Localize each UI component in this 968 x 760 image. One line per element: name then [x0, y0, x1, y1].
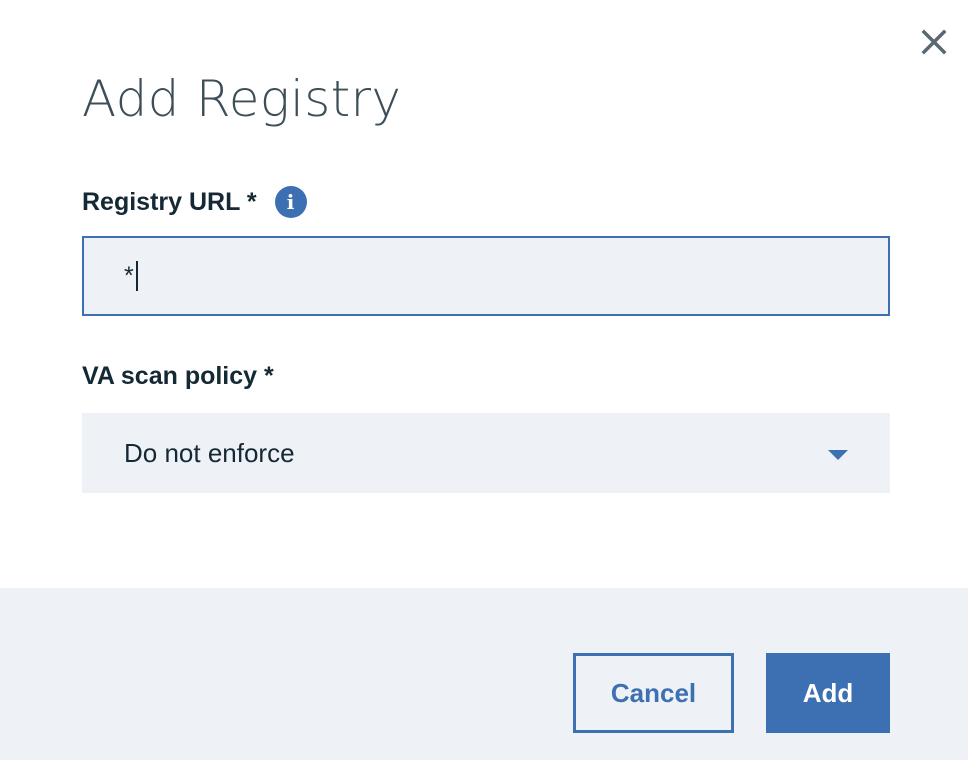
page-title: Add Registry: [82, 70, 402, 128]
registry-url-label-row: Registry URL * i: [82, 186, 307, 218]
close-button[interactable]: [916, 24, 952, 60]
registry-url-label: Registry URL *: [82, 187, 257, 216]
modal-footer: Cancel Add: [0, 588, 968, 760]
chevron-down-icon: [828, 450, 848, 460]
registry-url-value: *: [124, 261, 134, 290]
cancel-button[interactable]: Cancel: [573, 653, 734, 733]
va-scan-policy-label: VA scan policy *: [82, 362, 274, 390]
registry-url-input[interactable]: *: [82, 236, 890, 316]
va-scan-policy-select[interactable]: Do not enforce: [82, 413, 890, 493]
close-icon: [921, 29, 947, 55]
add-registry-modal: Add Registry Registry URL * i * VA scan …: [0, 0, 968, 760]
va-scan-policy-selected: Do not enforce: [124, 437, 295, 468]
text-caret: [135, 261, 138, 291]
va-scan-policy-label-row: VA scan policy *: [82, 362, 274, 391]
info-icon-glyph: i: [286, 190, 295, 214]
add-button[interactable]: Add: [766, 653, 890, 733]
info-icon[interactable]: i: [274, 186, 307, 218]
